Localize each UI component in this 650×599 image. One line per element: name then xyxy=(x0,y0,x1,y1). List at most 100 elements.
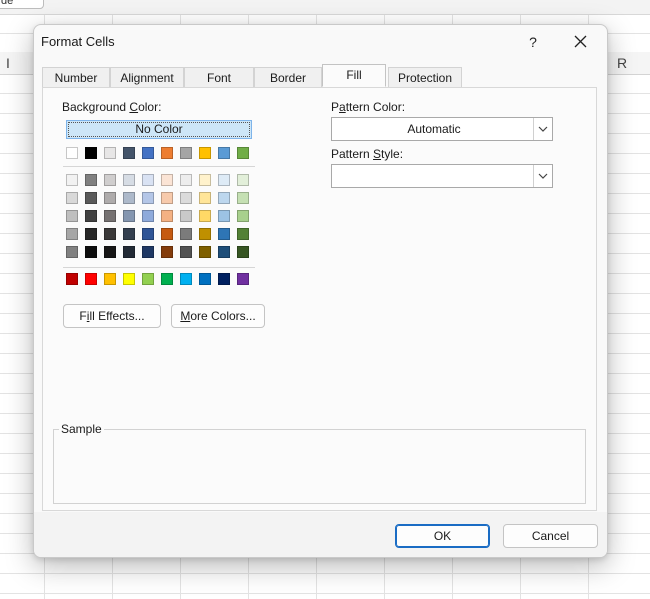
theme-shade-swatch[interactable] xyxy=(123,246,135,258)
theme-color-swatch[interactable] xyxy=(66,147,78,159)
theme-shade-swatch[interactable] xyxy=(180,210,192,222)
more-colors-button[interactable]: More Colors... xyxy=(171,304,265,328)
standard-color-swatch[interactable] xyxy=(218,273,230,285)
pattern-color-value: Automatic xyxy=(407,122,461,136)
theme-shade-swatch[interactable] xyxy=(85,192,97,204)
palette-separator xyxy=(63,166,255,167)
theme-shade-swatch[interactable] xyxy=(85,246,97,258)
theme-shade-swatch[interactable] xyxy=(180,228,192,240)
close-icon xyxy=(574,35,587,48)
theme-shade-swatch[interactable] xyxy=(142,210,154,222)
theme-shade-swatch[interactable] xyxy=(161,174,173,186)
ok-button[interactable]: OK xyxy=(395,524,490,548)
standard-color-swatch[interactable] xyxy=(85,273,97,285)
theme-shade-swatch[interactable] xyxy=(123,228,135,240)
theme-shade-swatch[interactable] xyxy=(142,174,154,186)
column-header-left[interactable]: I xyxy=(6,55,10,71)
column-header-right[interactable]: R xyxy=(617,55,627,71)
theme-shade-swatch[interactable] xyxy=(161,228,173,240)
theme-shade-swatch[interactable] xyxy=(199,192,211,204)
theme-color-swatch[interactable] xyxy=(237,147,249,159)
no-color-button[interactable]: No Color xyxy=(66,120,252,139)
theme-shade-swatch[interactable] xyxy=(237,228,249,240)
close-button[interactable] xyxy=(565,29,597,55)
theme-color-swatch[interactable] xyxy=(142,147,154,159)
standard-colors-row xyxy=(66,273,256,285)
theme-shade-swatch[interactable] xyxy=(180,174,192,186)
tab-protection[interactable]: Protection xyxy=(388,67,462,88)
standard-color-swatch[interactable] xyxy=(123,273,135,285)
theme-shade-swatch[interactable] xyxy=(161,210,173,222)
theme-shade-swatch[interactable] xyxy=(66,174,78,186)
theme-shade-swatch[interactable] xyxy=(104,174,116,186)
pattern-style-value xyxy=(332,165,536,187)
theme-shade-swatch[interactable] xyxy=(123,210,135,222)
chevron-down-icon[interactable] xyxy=(533,118,552,140)
theme-shade-swatch[interactable] xyxy=(142,228,154,240)
theme-shade-swatch[interactable] xyxy=(66,246,78,258)
theme-color-swatch[interactable] xyxy=(85,147,97,159)
theme-shade-swatch[interactable] xyxy=(104,246,116,258)
theme-shade-swatch[interactable] xyxy=(161,246,173,258)
tab-number[interactable]: Number xyxy=(42,67,110,88)
standard-color-swatch[interactable] xyxy=(66,273,78,285)
standard-color-swatch[interactable] xyxy=(142,273,154,285)
theme-shade-swatch[interactable] xyxy=(66,192,78,204)
theme-shade-swatch[interactable] xyxy=(104,210,116,222)
cancel-button[interactable]: Cancel xyxy=(503,524,598,548)
theme-shade-swatch[interactable] xyxy=(85,210,97,222)
theme-shades-grid xyxy=(66,174,256,260)
theme-shade-swatch[interactable] xyxy=(237,174,249,186)
theme-shade-swatch[interactable] xyxy=(85,228,97,240)
theme-shade-swatch[interactable] xyxy=(66,210,78,222)
theme-color-swatch[interactable] xyxy=(218,147,230,159)
theme-shade-swatch[interactable] xyxy=(237,192,249,204)
tab-font[interactable]: Font xyxy=(184,67,254,88)
theme-shade-swatch[interactable] xyxy=(199,210,211,222)
theme-shade-swatch[interactable] xyxy=(199,228,211,240)
standard-color-swatch[interactable] xyxy=(237,273,249,285)
pattern-color-label: Pattern Color: xyxy=(331,100,406,114)
theme-shade-swatch[interactable] xyxy=(66,228,78,240)
theme-shade-swatch[interactable] xyxy=(180,246,192,258)
theme-shade-swatch[interactable] xyxy=(104,192,116,204)
theme-color-swatch[interactable] xyxy=(104,147,116,159)
tab-fill[interactable]: Fill xyxy=(322,64,386,87)
theme-shade-swatch[interactable] xyxy=(123,192,135,204)
tab-alignment[interactable]: Alignment xyxy=(110,67,184,88)
theme-color-swatch[interactable] xyxy=(199,147,211,159)
theme-shade-swatch[interactable] xyxy=(199,174,211,186)
theme-shade-swatch[interactable] xyxy=(104,228,116,240)
theme-shade-swatch[interactable] xyxy=(199,246,211,258)
chevron-down-icon[interactable] xyxy=(533,165,552,187)
theme-shade-swatch[interactable] xyxy=(218,174,230,186)
theme-shade-swatch[interactable] xyxy=(142,192,154,204)
theme-color-swatch[interactable] xyxy=(180,147,192,159)
theme-color-swatch[interactable] xyxy=(161,147,173,159)
sheet-tab[interactable]: de xyxy=(0,0,44,9)
sample-label: Sample xyxy=(59,422,104,436)
pattern-style-dropdown[interactable] xyxy=(331,164,553,188)
help-button[interactable]: ? xyxy=(519,29,547,55)
theme-shade-swatch[interactable] xyxy=(180,192,192,204)
tab-border[interactable]: Border xyxy=(254,67,322,88)
theme-shade-swatch[interactable] xyxy=(123,174,135,186)
theme-shade-swatch[interactable] xyxy=(85,174,97,186)
theme-shade-swatch[interactable] xyxy=(218,192,230,204)
theme-color-swatch[interactable] xyxy=(123,147,135,159)
theme-shade-swatch[interactable] xyxy=(237,210,249,222)
standard-color-swatch[interactable] xyxy=(161,273,173,285)
standard-color-swatch[interactable] xyxy=(199,273,211,285)
fill-effects-button[interactable]: Fill Effects... xyxy=(63,304,161,328)
standard-color-swatch[interactable] xyxy=(104,273,116,285)
theme-shade-swatch[interactable] xyxy=(237,246,249,258)
sample-preview xyxy=(53,429,586,504)
pattern-color-dropdown[interactable]: Automatic xyxy=(331,117,553,141)
theme-shade-swatch[interactable] xyxy=(218,246,230,258)
theme-shade-swatch[interactable] xyxy=(218,228,230,240)
theme-shade-swatch[interactable] xyxy=(218,210,230,222)
palette-separator xyxy=(63,267,255,268)
standard-color-swatch[interactable] xyxy=(180,273,192,285)
theme-shade-swatch[interactable] xyxy=(161,192,173,204)
theme-shade-swatch[interactable] xyxy=(142,246,154,258)
